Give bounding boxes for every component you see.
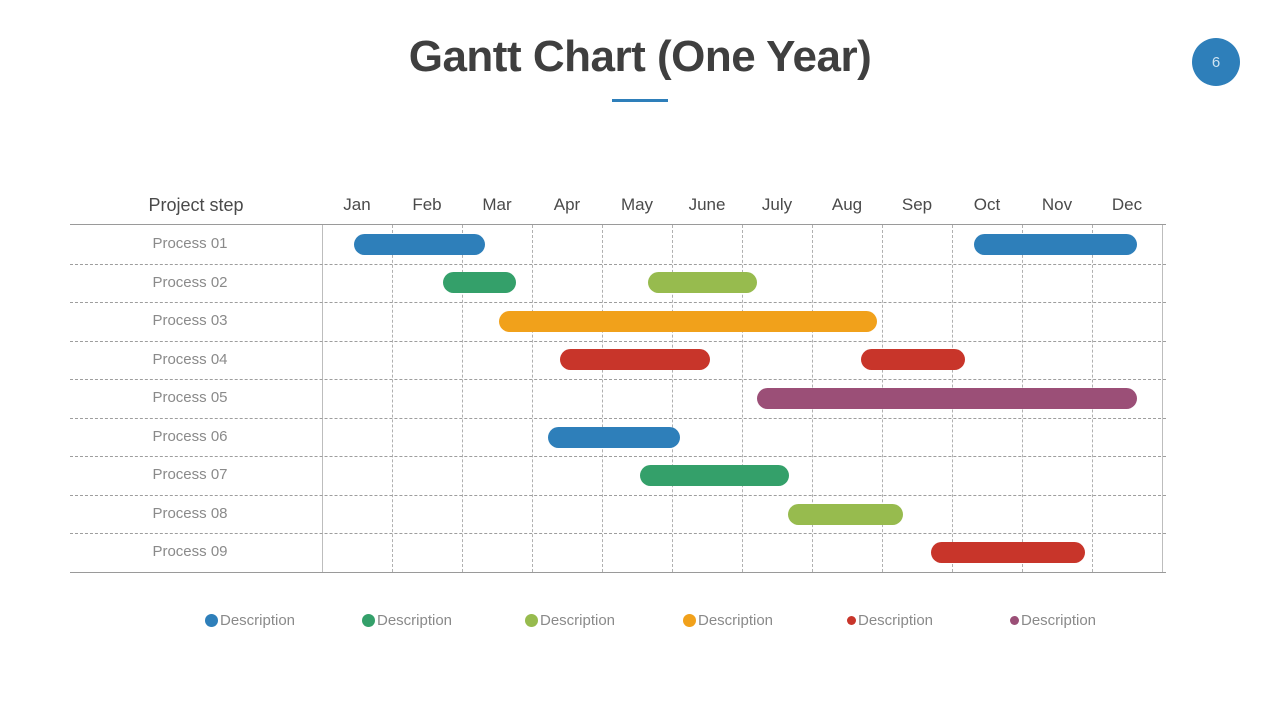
gantt-bar[interactable] (353, 233, 486, 255)
legend-swatch-icon (1010, 615, 1019, 625)
gantt-chart: Project step Jan Feb Mar Apr May June July Aug S… (70, 186, 1166, 574)
column-header-project-step: Project step (148, 195, 244, 215)
gantt-row: Process 03 (70, 302, 1166, 341)
month-header-apr: Apr (553, 195, 581, 214)
gantt-row: Process 07 (70, 456, 1166, 495)
gantt-row: Process 02 (70, 264, 1166, 303)
row-label-process-04: Process 04 (152, 350, 228, 368)
row-label-process-07: Process 07 (152, 466, 228, 484)
legend-item[interactable]: Description (1010, 606, 1096, 634)
gantt-row: Process 08 (70, 495, 1166, 534)
legend-label: Description (377, 611, 453, 629)
gantt-bar[interactable] (788, 503, 903, 525)
gantt-row: Process 05 (70, 379, 1166, 418)
month-header-aug: Aug (831, 195, 863, 214)
legend-item[interactable]: Description (362, 606, 452, 634)
legend-label: Description (698, 611, 774, 629)
row-label-process-08: Process 08 (152, 504, 228, 522)
chart-rule-bottom (70, 572, 1166, 573)
gantt-bar[interactable] (548, 426, 680, 448)
gantt-row: Process 06 (70, 418, 1166, 457)
legend-label: Description (540, 611, 616, 629)
gantt-row: Process 09 (70, 533, 1166, 572)
gantt-bar[interactable] (639, 465, 789, 487)
gantt-bar[interactable] (861, 349, 966, 371)
legend-swatch-icon (205, 613, 218, 627)
page-title: Gantt Chart (One Year) (408, 32, 872, 81)
gantt-plot-area: Process 01 Process 02 Process 03 Process 04… (70, 225, 1166, 572)
chart-legend: Description Description Description Descrip… (70, 606, 1166, 634)
legend-item[interactable]: Description (847, 606, 933, 634)
legend-label: Description (1021, 611, 1097, 629)
month-header-dec: Dec (1111, 195, 1143, 214)
legend-swatch-icon (847, 615, 856, 625)
title-underline-accent (612, 99, 668, 102)
month-header-row: Project step Jan Feb Mar Apr May June July Aug S… (70, 186, 1166, 224)
legend-item[interactable]: Description (683, 606, 773, 634)
legend-item[interactable]: Description (205, 606, 295, 634)
row-label-process-01: Process 01 (152, 235, 228, 252)
month-header-feb: Feb (412, 195, 442, 214)
month-header-mar: Mar (482, 195, 512, 214)
month-header-oct: Oct (973, 195, 1001, 214)
legend-swatch-icon (525, 613, 538, 627)
gantt-bar[interactable] (756, 387, 1137, 409)
legend-item[interactable]: Description (525, 606, 615, 634)
legend-swatch-icon (683, 613, 696, 627)
month-header-may: May (620, 195, 654, 214)
gantt-bar[interactable] (973, 233, 1137, 255)
month-header-june: June (688, 195, 726, 214)
gantt-bar[interactable] (443, 272, 516, 294)
gantt-bar[interactable] (499, 310, 878, 332)
legend-label: Description (220, 611, 296, 629)
gantt-row: Process 01 (70, 225, 1166, 264)
page-number-badge: 6 (1192, 38, 1240, 86)
gantt-bar[interactable] (931, 542, 1085, 564)
month-header-jan: Jan (343, 195, 371, 214)
row-label-process-05: Process 05 (152, 389, 228, 407)
month-header-nov: Nov (1041, 195, 1073, 214)
row-label-process-02: Process 02 (152, 273, 228, 291)
gantt-bar[interactable] (560, 349, 710, 371)
row-label-process-06: Process 06 (152, 427, 228, 445)
row-label-process-03: Process 03 (152, 312, 228, 330)
month-header-sep: Sep (901, 195, 933, 214)
gantt-row: Process 04 (70, 341, 1166, 380)
month-header-july: July (761, 195, 793, 214)
legend-label: Description (858, 611, 934, 629)
legend-swatch-icon (362, 613, 375, 627)
row-label-process-09: Process 09 (152, 543, 228, 561)
gantt-bar[interactable] (648, 272, 757, 294)
